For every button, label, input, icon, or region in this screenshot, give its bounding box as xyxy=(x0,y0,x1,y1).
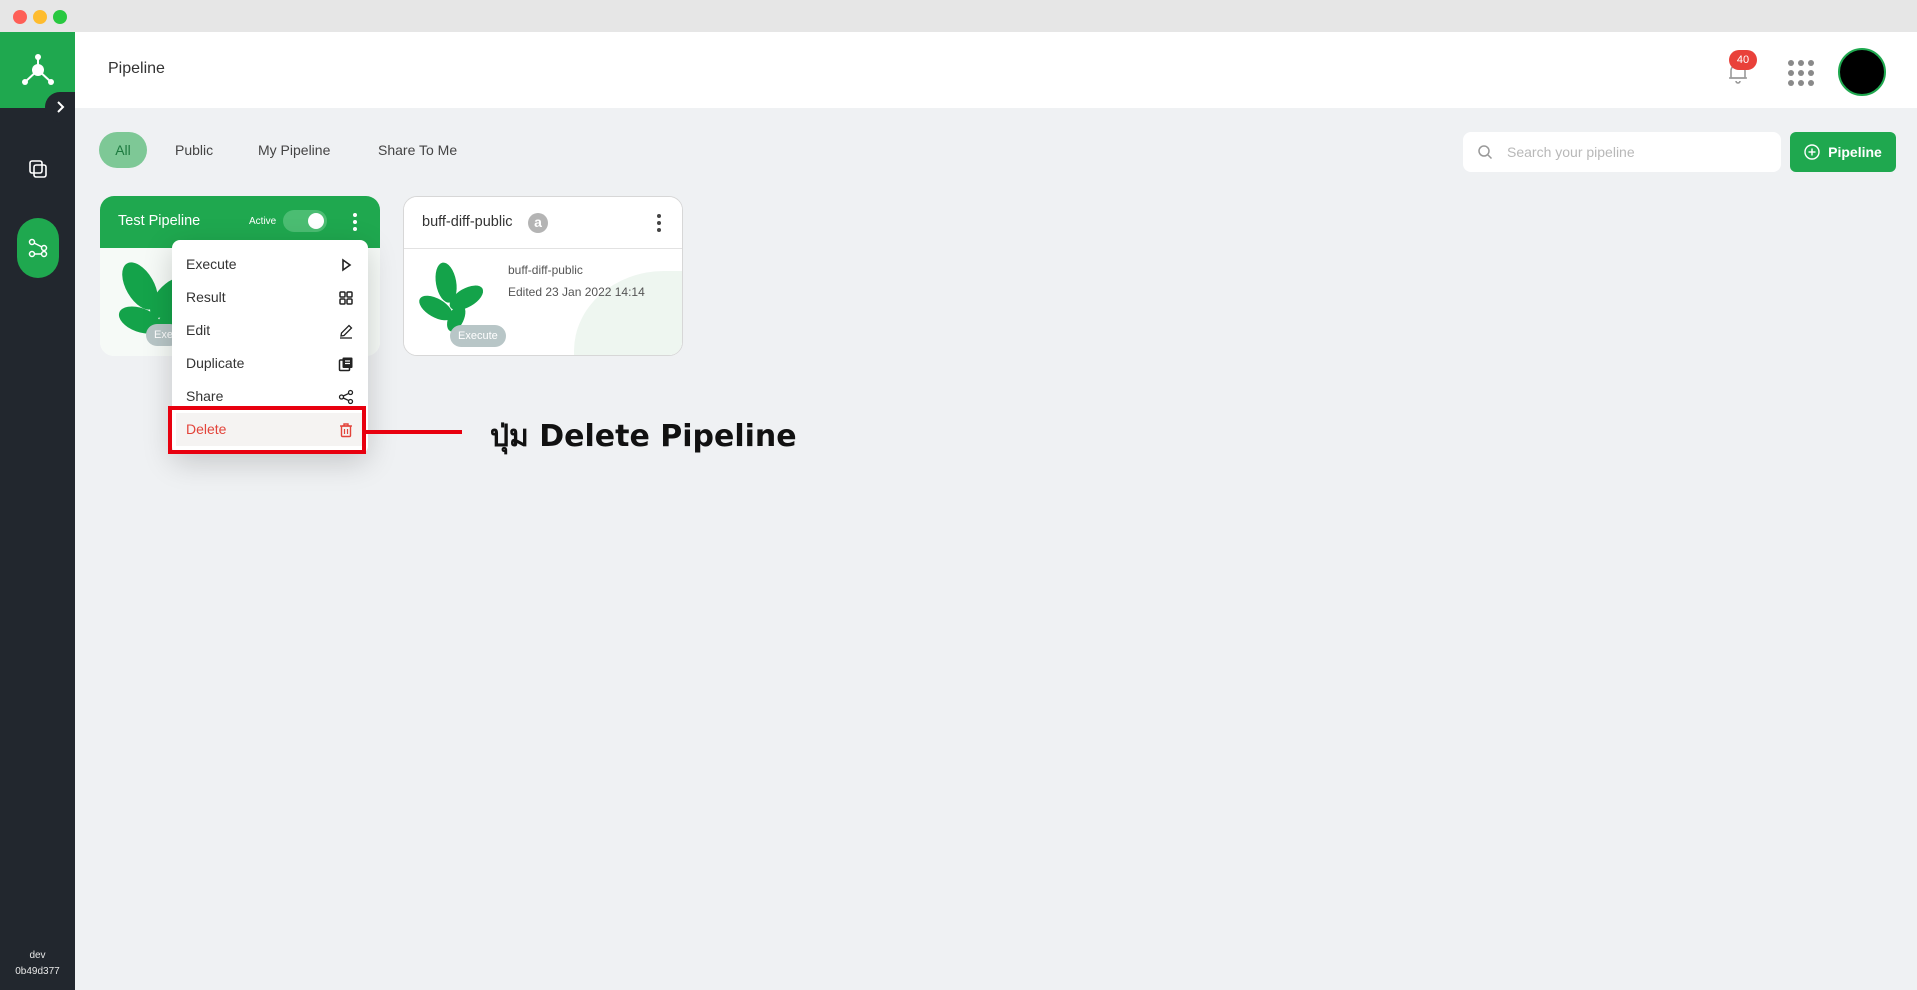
tab-all[interactable]: All xyxy=(99,132,147,168)
layers-icon xyxy=(29,160,47,178)
top-header: Pipeline 40 xyxy=(75,32,1917,108)
env-label: dev xyxy=(29,950,46,961)
tab-my-pipeline[interactable]: My Pipeline xyxy=(258,132,330,168)
search-input[interactable] xyxy=(1507,140,1767,164)
tab-share-to-me[interactable]: Share To Me xyxy=(378,132,457,168)
apps-dot xyxy=(1808,80,1814,86)
version-label: 0b49d377 xyxy=(15,966,60,977)
window-titlebar xyxy=(0,0,1917,32)
apps-menu-button[interactable] xyxy=(1785,57,1815,87)
menu-item-result[interactable]: Result xyxy=(172,281,368,314)
apps-dot xyxy=(1798,60,1804,66)
apps-dot xyxy=(1798,80,1804,86)
minimize-window-button[interactable] xyxy=(33,10,47,24)
new-pipeline-label: Pipeline xyxy=(1828,144,1882,160)
toggle-knob xyxy=(308,213,324,229)
kebab-dot xyxy=(657,228,661,232)
active-toggle[interactable] xyxy=(283,210,327,232)
annotation-connector-line xyxy=(366,430,462,434)
user-avatar[interactable] xyxy=(1838,48,1886,96)
pencil-icon xyxy=(340,324,353,339)
menu-item-execute[interactable]: Execute xyxy=(172,248,368,281)
menu-item-label: Duplicate xyxy=(186,355,245,371)
card-menu-button[interactable] xyxy=(649,212,669,234)
build-info: dev 0b49d377 xyxy=(0,948,75,980)
plus-circle-icon xyxy=(1804,144,1820,160)
search-icon xyxy=(1478,145,1493,160)
card-body: buff-diff-public Edited 23 Jan 2022 14:1… xyxy=(404,249,682,355)
menu-item-label: Edit xyxy=(186,322,211,338)
kebab-dot xyxy=(353,227,357,231)
menu-item-duplicate[interactable]: Duplicate xyxy=(172,347,368,380)
sidebar-item-datasets[interactable] xyxy=(17,148,59,190)
grid-icon xyxy=(339,291,353,305)
apps-dot xyxy=(1788,80,1794,86)
public-mark-icon: a xyxy=(528,213,548,233)
card-title: Test Pipeline xyxy=(118,213,201,229)
duplicate-icon xyxy=(338,357,353,372)
kebab-dot xyxy=(353,213,357,217)
maximize-window-button[interactable] xyxy=(53,10,67,24)
logo-icon xyxy=(21,54,54,85)
card-description: buff-diff-public xyxy=(508,263,583,277)
menu-item-label: Execute xyxy=(186,256,237,272)
execute-chip[interactable]: Execute xyxy=(450,325,506,347)
play-icon xyxy=(342,258,352,272)
sidebar: dev 0b49d377 xyxy=(0,32,75,990)
page-title: Pipeline xyxy=(108,60,165,77)
apps-dot xyxy=(1808,70,1814,76)
card-edited-date: Edited 23 Jan 2022 14:14 xyxy=(508,285,645,299)
chevron-right-icon xyxy=(57,101,65,113)
close-window-button[interactable] xyxy=(13,10,27,24)
apps-dot xyxy=(1788,70,1794,76)
menu-item-label: Result xyxy=(186,289,226,305)
apps-dot xyxy=(1788,60,1794,66)
pipeline-card[interactable]: buff-diff-public a buff-diff-public Edit… xyxy=(403,196,683,356)
annotation-label: ปุ่ม Delete Pipeline xyxy=(490,419,797,454)
card-title: buff-diff-public xyxy=(422,214,513,230)
menu-item-label: Share xyxy=(186,388,224,404)
apps-dot xyxy=(1808,60,1814,66)
status-label: Active xyxy=(249,216,277,227)
share-icon xyxy=(338,389,354,405)
kebab-dot xyxy=(657,214,661,218)
notification-badge: 40 xyxy=(1729,50,1757,70)
kebab-dot xyxy=(657,221,661,225)
leaf-icon xyxy=(419,262,484,332)
card-menu-button[interactable] xyxy=(345,211,365,233)
kebab-dot xyxy=(353,220,357,224)
tab-public[interactable]: Public xyxy=(175,132,213,168)
sidebar-item-pipeline[interactable] xyxy=(17,218,59,278)
delete-highlight-box xyxy=(168,406,366,454)
pipeline-icon xyxy=(28,238,48,258)
search-box xyxy=(1463,132,1781,172)
menu-item-edit[interactable]: Edit xyxy=(172,314,368,347)
decorative-blob xyxy=(574,271,682,355)
apps-dot xyxy=(1798,70,1804,76)
card-header: buff-diff-public a xyxy=(404,197,682,249)
new-pipeline-button[interactable]: Pipeline xyxy=(1790,132,1896,172)
expand-sidebar-button[interactable] xyxy=(45,92,75,122)
